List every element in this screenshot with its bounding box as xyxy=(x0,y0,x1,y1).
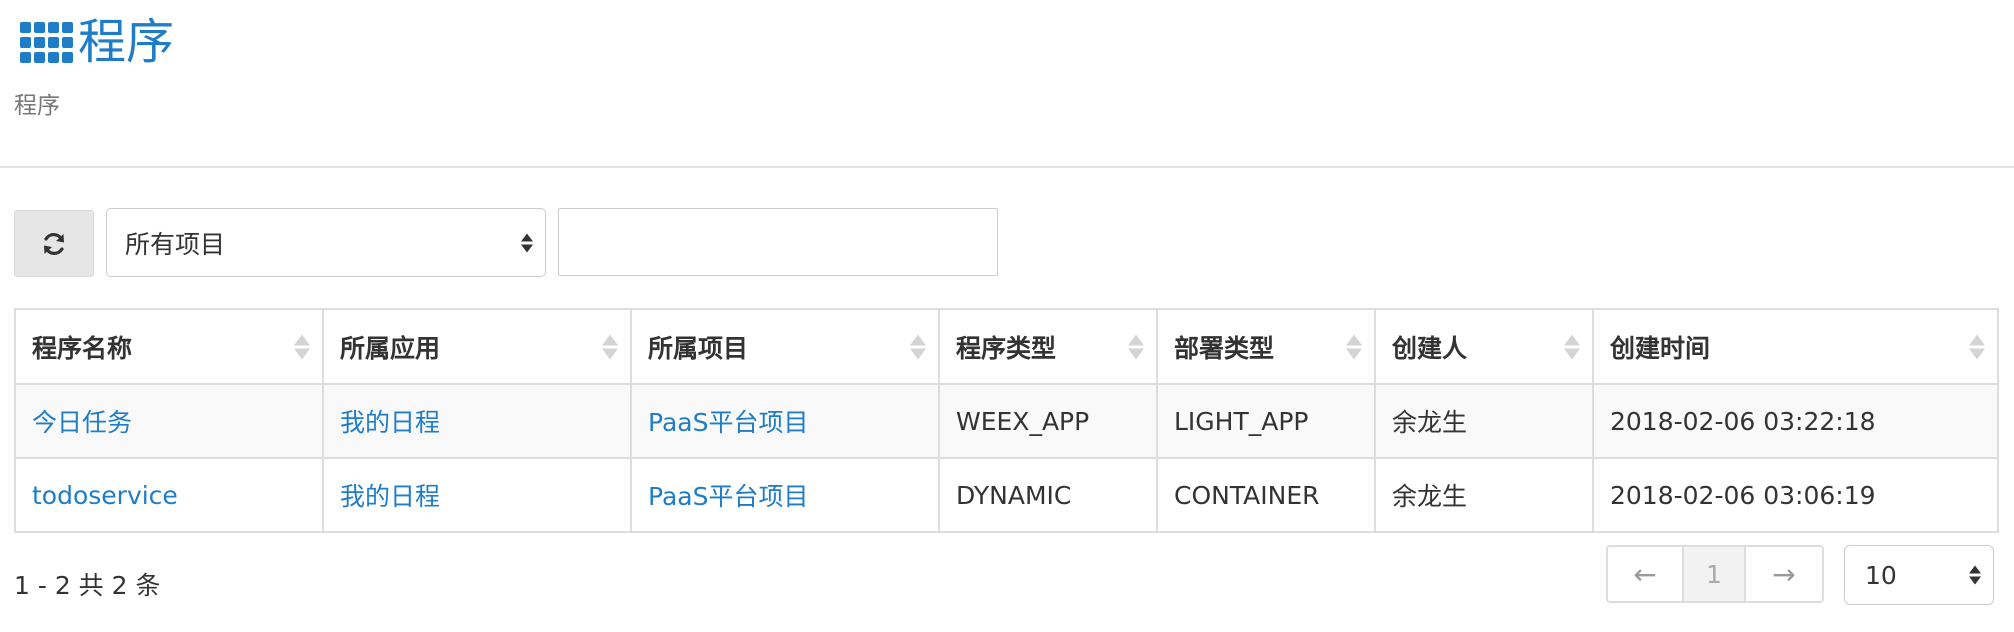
table-row: 今日任务 我的日程 PaaS平台项目 WEEX_APP LIGHT_APP 余龙… xyxy=(14,383,1999,459)
cell-created-at: 2018-02-06 03:06:19 xyxy=(1592,457,1999,533)
pagination-summary: 1 - 2 共 2 条 xyxy=(14,571,161,600)
sort-icon xyxy=(1564,334,1580,359)
cell-program-name: 今日任务 xyxy=(14,383,324,459)
programs-table: 程序名称 所属应用 所属项目 程序类型 部署类型 创建人 创建时间 今日任务 我… xyxy=(14,308,1999,533)
column-header-program-type[interactable]: 程序类型 xyxy=(938,308,1158,385)
select-arrows-icon xyxy=(521,233,533,252)
page-size-select[interactable]: 10 xyxy=(1844,545,1994,605)
page-header: 程序 xyxy=(20,12,174,72)
page-title: 程序 xyxy=(78,14,175,70)
table-header-row: 程序名称 所属应用 所属项目 程序类型 部署类型 创建人 创建时间 xyxy=(14,308,1999,385)
grid-icon xyxy=(20,21,74,63)
sort-icon xyxy=(602,334,618,359)
cell-creator: 余龙生 xyxy=(1374,457,1594,533)
cell-deploy-type: CONTAINER xyxy=(1156,457,1376,533)
column-header-application[interactable]: 所属应用 xyxy=(322,308,632,385)
column-header-deploy-type[interactable]: 部署类型 xyxy=(1156,308,1376,385)
project-filter-value: 所有项目 xyxy=(125,229,226,259)
table-row: todoservice 我的日程 PaaS平台项目 DYNAMIC CONTAI… xyxy=(14,457,1999,533)
refresh-icon xyxy=(44,232,64,255)
next-page-button[interactable]: → xyxy=(1746,547,1822,601)
cell-application: 我的日程 xyxy=(322,383,632,459)
column-header-program-name[interactable]: 程序名称 xyxy=(14,308,324,385)
search-input[interactable] xyxy=(558,208,998,276)
column-header-created-at[interactable]: 创建时间 xyxy=(1592,308,1999,385)
cell-deploy-type: LIGHT_APP xyxy=(1156,383,1376,459)
pagination: ← 1 → xyxy=(1606,545,1824,603)
cell-creator: 余龙生 xyxy=(1374,383,1594,459)
select-arrows-icon xyxy=(1969,565,1981,585)
sort-icon xyxy=(1969,334,1985,359)
cell-created-at: 2018-02-06 03:22:18 xyxy=(1592,383,1999,459)
cell-program-name: todoservice xyxy=(14,457,324,533)
program-name-link[interactable]: 今日任务 xyxy=(32,408,132,437)
cell-project: PaaS平台项目 xyxy=(630,383,940,459)
prev-page-button[interactable]: ← xyxy=(1608,547,1684,601)
project-link[interactable]: PaaS平台项目 xyxy=(648,482,808,511)
sort-icon xyxy=(294,334,310,359)
cell-project: PaaS平台项目 xyxy=(630,457,940,533)
project-filter-select[interactable]: 所有项目 xyxy=(106,208,546,277)
header-divider xyxy=(0,166,2014,168)
sort-icon xyxy=(910,334,926,359)
refresh-button[interactable] xyxy=(14,210,94,277)
cell-application: 我的日程 xyxy=(322,457,632,533)
page-size-value: 10 xyxy=(1865,560,1897,590)
sort-icon xyxy=(1346,334,1362,359)
cell-program-type: DYNAMIC xyxy=(938,457,1158,533)
project-link[interactable]: PaaS平台项目 xyxy=(648,408,808,437)
application-link[interactable]: 我的日程 xyxy=(340,408,440,437)
column-header-project[interactable]: 所属项目 xyxy=(630,308,940,385)
application-link[interactable]: 我的日程 xyxy=(340,482,440,511)
sort-icon xyxy=(1128,334,1144,359)
cell-program-type: WEEX_APP xyxy=(938,383,1158,459)
page-subtitle: 程序 xyxy=(14,93,60,119)
column-header-creator[interactable]: 创建人 xyxy=(1374,308,1594,385)
page-number-button[interactable]: 1 xyxy=(1684,547,1746,601)
program-name-link[interactable]: todoservice xyxy=(32,481,178,510)
